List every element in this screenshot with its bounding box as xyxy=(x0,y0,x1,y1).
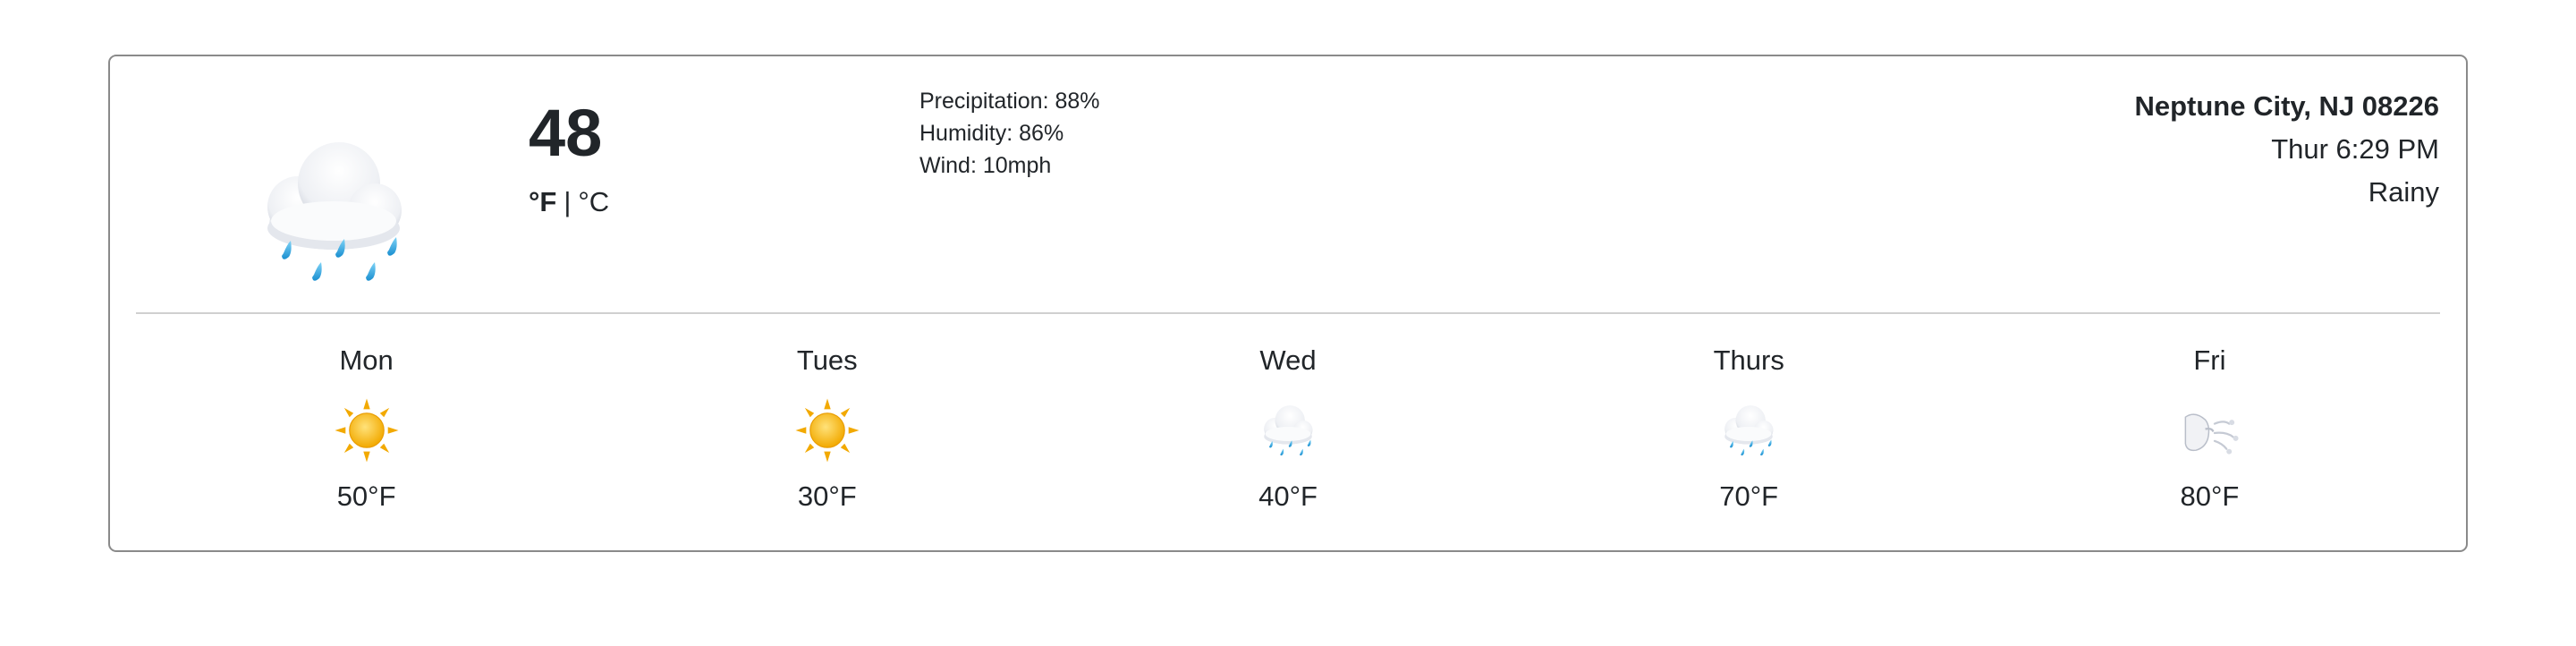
forecast-temperature: 30°F xyxy=(797,480,857,512)
forecast-day: Thurs 70°F xyxy=(1519,325,1979,540)
cloud-with-rain-icon xyxy=(244,117,423,305)
wind-text: Wind: 10mph xyxy=(919,153,1052,178)
unit-separator: | xyxy=(564,186,572,217)
cloud-with-rain-icon xyxy=(1716,396,1782,464)
forecast-day-name: Fri xyxy=(2193,344,2226,376)
weather-details: Precipitation: 88% Humidity: 86% Wind: 1… xyxy=(919,85,1100,182)
date-time: Thur 6:29 PM xyxy=(2271,133,2439,165)
forecast-temperature: 50°F xyxy=(336,480,396,512)
weather-condition: Rainy xyxy=(2368,176,2439,208)
forecast-day-name: Thurs xyxy=(1713,344,1784,376)
sun-icon xyxy=(794,396,860,464)
cloud-with-rain-icon xyxy=(1255,396,1321,464)
location-block: Neptune City, NJ 08226 Thur 6:29 PM Rain… xyxy=(2134,85,2439,214)
celsius-toggle[interactable]: °C xyxy=(578,186,609,217)
forecast-day-name: Mon xyxy=(339,344,394,376)
sun-icon xyxy=(334,396,400,464)
fahrenheit-toggle[interactable]: °F xyxy=(529,186,556,217)
divider xyxy=(136,312,2440,314)
forecast-day: Mon 50°F xyxy=(136,325,597,540)
unit-toggle: °F | °C xyxy=(529,185,609,218)
humidity-text: Humidity: 86% xyxy=(919,121,1064,146)
forecast-row: Mon 50°F Tues 30°F Wed 40°F Thurs 70°F F… xyxy=(136,325,2440,540)
forecast-day-name: Tues xyxy=(796,344,858,376)
current-temperature: 48 xyxy=(529,96,603,170)
precipitation-text: Precipitation: 88% xyxy=(919,89,1100,114)
forecast-temperature: 40°F xyxy=(1258,480,1318,512)
location-name: Neptune City, NJ 08226 xyxy=(2134,90,2439,122)
forecast-day: Fri 80°F xyxy=(1979,325,2440,540)
forecast-temperature: 80°F xyxy=(2180,480,2240,512)
forecast-day: Wed 40°F xyxy=(1057,325,1518,540)
weather-card: 48 °F | °C Precipitation: 88% Humidity: 86… xyxy=(108,55,2468,552)
forecast-day-name: Wed xyxy=(1259,344,1317,376)
wind-face-icon xyxy=(2176,396,2242,464)
forecast-day: Tues 30°F xyxy=(597,325,1057,540)
forecast-temperature: 70°F xyxy=(1719,480,1779,512)
